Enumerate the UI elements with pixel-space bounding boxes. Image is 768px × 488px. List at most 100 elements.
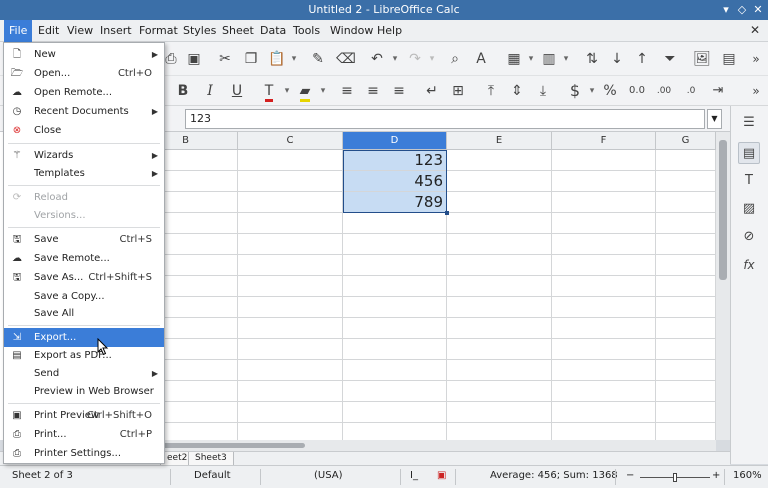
grid-cell[interactable]: [552, 234, 656, 255]
menu-insert[interactable]: Insert: [95, 20, 137, 42]
menu-item-open[interactable]: 🗁 Open... Ctrl+O: [4, 65, 164, 83]
more-formatting-icon[interactable]: »: [745, 80, 767, 102]
grid-cell[interactable]: [656, 234, 716, 255]
menu-item-save-as[interactable]: 🖫 Save As... Ctrl+Shift+S: [4, 269, 164, 287]
grid-cell[interactable]: [552, 150, 656, 171]
menu-item-export-pdf[interactable]: ▤ Export as PDF...: [4, 347, 164, 365]
delete-decimal-icon[interactable]: .0: [680, 80, 702, 102]
grid-cell[interactable]: [656, 318, 716, 339]
menu-item-versions[interactable]: Versions...: [4, 207, 164, 225]
center-vertically-icon[interactable]: ⇕: [506, 80, 528, 102]
grid-cell[interactable]: [656, 171, 716, 192]
undo-icon[interactable]: ↶: [366, 48, 388, 70]
align-top-icon[interactable]: ⤒: [480, 80, 502, 102]
grid-cell[interactable]: [656, 360, 716, 381]
grid-cell[interactable]: [343, 213, 447, 234]
grid-cell[interactable]: [343, 297, 447, 318]
undo-dropdown-icon[interactable]: ▾: [391, 48, 399, 70]
grid-cell[interactable]: [238, 360, 343, 381]
grid-cell[interactable]: [656, 423, 716, 440]
grid-cell[interactable]: [238, 276, 343, 297]
menu-file[interactable]: File: [4, 20, 33, 42]
clone-formatting-icon[interactable]: ✎: [307, 48, 329, 70]
grid-cell[interactable]: [447, 171, 552, 192]
menu-item-save[interactable]: 🖫 Save Ctrl+S: [4, 231, 164, 249]
menu-sheet[interactable]: Sheet: [217, 20, 259, 42]
grid-cell[interactable]: [447, 318, 552, 339]
menu-edit[interactable]: Edit: [33, 20, 64, 42]
bold-icon[interactable]: B: [172, 80, 194, 102]
currency-format-icon[interactable]: $: [564, 80, 586, 102]
grid-cell[interactable]: [447, 255, 552, 276]
expand-formula-icon[interactable]: ▼: [707, 109, 722, 129]
sheet-tab-3[interactable]: Sheet3: [188, 452, 234, 466]
cut-icon[interactable]: ✂: [214, 48, 236, 70]
fill-handle[interactable]: [445, 211, 449, 215]
grid-cell[interactable]: [343, 360, 447, 381]
menu-item-open-remote[interactable]: ☁ Open Remote...: [4, 84, 164, 102]
grid-cell[interactable]: [447, 276, 552, 297]
grid-cell[interactable]: [238, 171, 343, 192]
grid-cell[interactable]: [656, 213, 716, 234]
grid-cell[interactable]: [238, 297, 343, 318]
grid-cell[interactable]: [238, 339, 343, 360]
spelling-icon[interactable]: A: [470, 48, 492, 70]
menu-item-templates[interactable]: Templates ▶: [4, 165, 164, 183]
menu-item-print[interactable]: ⎙ Print... Ctrl+P: [4, 426, 164, 444]
merge-cells-icon[interactable]: ⊞: [447, 80, 469, 102]
grid-cell[interactable]: [343, 318, 447, 339]
zoom-level[interactable]: 160%: [733, 470, 762, 481]
minimize-icon[interactable]: ▾: [718, 2, 734, 18]
grid-cell[interactable]: [447, 402, 552, 423]
align-right-icon[interactable]: ≡: [388, 80, 410, 102]
sort-ascending-icon[interactable]: ↓: [606, 48, 628, 70]
grid-cell[interactable]: [238, 402, 343, 423]
grid-cell[interactable]: [552, 339, 656, 360]
grid-cell[interactable]: [343, 402, 447, 423]
grid-cell[interactable]: [343, 423, 447, 440]
menu-tools[interactable]: Tools: [288, 20, 325, 42]
grid-cell[interactable]: [552, 213, 656, 234]
autofilter-icon[interactable]: ⏷: [659, 48, 681, 70]
font-color-icon[interactable]: T: [258, 80, 280, 102]
copy-icon[interactable]: ❐: [240, 48, 262, 70]
sort-icon[interactable]: ⇅: [581, 48, 603, 70]
grid-cell[interactable]: [552, 255, 656, 276]
selection-summary[interactable]: Average: 456; Sum: 1368: [490, 470, 618, 481]
insert-image-icon[interactable]: 🖼: [691, 48, 713, 70]
row-dropdown-icon[interactable]: ▾: [527, 48, 535, 70]
grid-cell[interactable]: [656, 297, 716, 318]
maximize-icon[interactable]: ◇: [734, 2, 750, 18]
menu-item-close[interactable]: ⊗ Close: [4, 122, 164, 140]
grid-cell[interactable]: [447, 192, 552, 213]
grid-cell[interactable]: [447, 150, 552, 171]
column-header-f[interactable]: F: [552, 132, 656, 150]
align-left-icon[interactable]: ≡: [336, 80, 358, 102]
grid-cell[interactable]: [447, 297, 552, 318]
grid-cell[interactable]: [343, 234, 447, 255]
row-icon[interactable]: ▦: [503, 48, 525, 70]
grid-cell[interactable]: [656, 402, 716, 423]
grid-cell[interactable]: [238, 318, 343, 339]
menu-item-save-copy[interactable]: Save a Copy...: [4, 288, 164, 306]
menu-help[interactable]: Help: [372, 20, 407, 42]
align-bottom-icon[interactable]: ⤓: [532, 80, 554, 102]
formula-input[interactable]: 123: [185, 109, 705, 129]
sidebar-styles-icon[interactable]: T: [738, 170, 760, 192]
sidebar-navigator-icon[interactable]: ⊘: [738, 226, 760, 248]
grid-cell[interactable]: [343, 255, 447, 276]
grid-cell[interactable]: [656, 381, 716, 402]
sidebar-gallery-icon[interactable]: ▨: [738, 198, 760, 220]
background-color-icon[interactable]: ▰: [294, 80, 316, 102]
sidebar-settings-icon[interactable]: ☰: [738, 112, 760, 134]
font-color-dropdown-icon[interactable]: ▾: [283, 80, 291, 102]
grid-cell[interactable]: [552, 360, 656, 381]
sort-descending-icon[interactable]: ↑: [631, 48, 653, 70]
vertical-scrollbar[interactable]: [716, 132, 730, 440]
currency-dropdown-icon[interactable]: ▾: [588, 80, 596, 102]
grid-cell[interactable]: [238, 255, 343, 276]
menu-item-save-all[interactable]: Save All: [4, 305, 164, 323]
grid-cell[interactable]: [447, 213, 552, 234]
grid-cell[interactable]: [238, 423, 343, 440]
zoom-in-icon[interactable]: +: [712, 470, 720, 481]
